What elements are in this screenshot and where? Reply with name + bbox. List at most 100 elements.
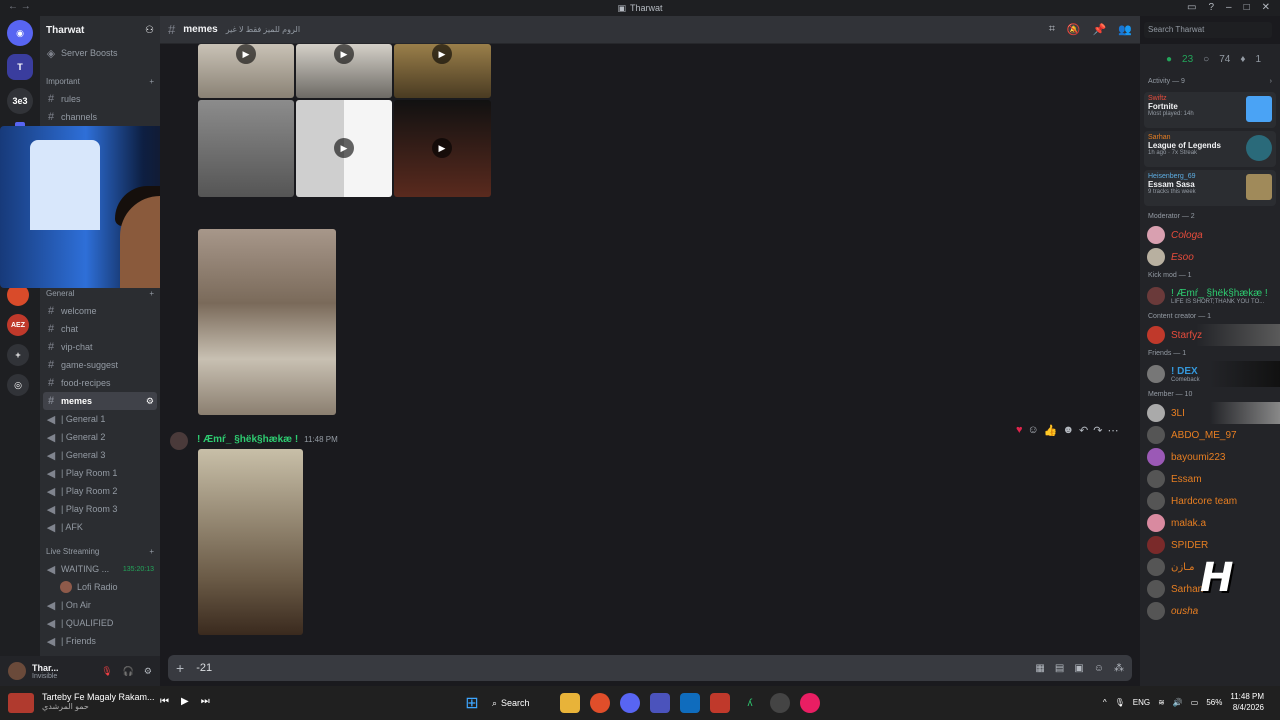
- video-attachment[interactable]: ▶: [394, 44, 491, 98]
- activity-card[interactable]: Swiftz Fortnite Most played: 14h: [1144, 92, 1276, 128]
- voice-friends[interactable]: ◀ | Friends: [40, 632, 160, 650]
- voice-play-room-1[interactable]: ◀ | Play Room 1: [40, 464, 160, 482]
- activity-card[interactable]: Sarhan League of Legends 1h ago · 7x Strea…: [1144, 131, 1276, 167]
- server-tharwat[interactable]: T: [7, 54, 33, 80]
- close-button[interactable]: ✕: [1262, 2, 1270, 13]
- voice-waiting[interactable]: ◀ WAITING ... 135:20:13: [40, 560, 160, 578]
- heart-reaction-icon[interactable]: ♥: [1016, 424, 1023, 437]
- invite-icon[interactable]: ⚇: [145, 25, 154, 36]
- add-reaction-icon[interactable]: ☻: [1062, 424, 1074, 437]
- video-attachment[interactable]: ▶: [198, 44, 294, 98]
- message-input[interactable]: + -21 ▦ ▤ ▣ ☺ ⁂: [168, 655, 1132, 681]
- obs-icon[interactable]: [770, 693, 790, 713]
- pin-icon[interactable]: 📌: [1093, 23, 1107, 36]
- video-attachment[interactable]: ▶: [394, 100, 491, 197]
- minimize-button[interactable]: –: [1226, 2, 1232, 13]
- app-icon[interactable]: [710, 693, 730, 713]
- add-channel-icon[interactable]: +: [149, 547, 154, 556]
- voice-general-1[interactable]: ◀ | General 1: [40, 410, 160, 428]
- category-live-streaming[interactable]: Live Streaming +: [40, 542, 160, 560]
- settings-icon[interactable]: ⚙: [146, 396, 154, 407]
- mute-mic-icon[interactable]: 🎙: [101, 666, 112, 677]
- laugh-reaction-icon[interactable]: ☺: [1028, 424, 1039, 437]
- video-attachment[interactable]: ▶: [296, 100, 392, 197]
- mic-icon[interactable]: 🎙: [1115, 698, 1125, 707]
- channel-rules[interactable]: # rules: [40, 90, 160, 108]
- wifi-icon[interactable]: ≋: [1158, 698, 1165, 707]
- voice-play-room-2[interactable]: ◀ | Play Room 2: [40, 482, 160, 500]
- play-icon[interactable]: ▶: [334, 138, 354, 158]
- server-aez[interactable]: AEZ: [7, 314, 29, 336]
- battery-icon[interactable]: ▭: [1191, 698, 1199, 707]
- windows-start-icon[interactable]: ⊞: [462, 693, 482, 713]
- settings-icon[interactable]: ⚙: [144, 666, 152, 677]
- member-item[interactable]: Hardcore team: [1140, 490, 1280, 512]
- add-channel-icon[interactable]: +: [149, 289, 154, 298]
- discord-icon[interactable]: [620, 693, 640, 713]
- thumbs-up-icon[interactable]: 👍: [1044, 424, 1058, 437]
- voice-user-lofi-radio[interactable]: Lofi Radio: [40, 578, 160, 596]
- chevron-up-icon[interactable]: ^: [1103, 698, 1107, 707]
- cat-photo-attachment[interactable]: [198, 449, 303, 635]
- channel-server-boosts[interactable]: ◈ Server Boosts: [40, 44, 160, 62]
- discord-home-icon[interactable]: ◉: [7, 20, 33, 46]
- back-forward-icon[interactable]: ← →: [8, 1, 31, 12]
- headphones-icon[interactable]: 🎧: [123, 666, 134, 677]
- next-icon[interactable]: ⏭: [201, 696, 210, 707]
- video-attachment[interactable]: ▶: [296, 44, 392, 98]
- member-item[interactable]: bayoumi223: [1140, 446, 1280, 468]
- inbox-icon[interactable]: ▭: [1187, 2, 1196, 13]
- category-important[interactable]: Important +: [40, 72, 160, 90]
- author-avatar[interactable]: [170, 432, 188, 450]
- mute-icon[interactable]: 🔕: [1067, 23, 1081, 36]
- file-explorer-icon[interactable]: [560, 693, 580, 713]
- image-attachment[interactable]: [198, 100, 294, 197]
- media-info[interactable]: Tarteby Fe Magaly Rakam... حمو المرشدي: [42, 692, 155, 711]
- member-item[interactable]: Starfyz: [1140, 324, 1280, 346]
- member-item[interactable]: 3LI: [1140, 402, 1280, 424]
- channel-topic[interactable]: الروم للميز فقط لا غير: [226, 25, 300, 34]
- author-name[interactable]: ! Æmŕ_ §hëk§hækæ !: [197, 434, 298, 445]
- voice-play-room-3[interactable]: ◀ | Play Room 3: [40, 500, 160, 518]
- teams-icon[interactable]: [650, 693, 670, 713]
- store-icon[interactable]: [680, 693, 700, 713]
- reply-icon[interactable]: ↶: [1079, 424, 1088, 437]
- taskbar-search[interactable]: ⌕ Search: [492, 692, 550, 714]
- voice-general-2[interactable]: ◀ | General 2: [40, 428, 160, 446]
- member-item[interactable]: ! DEX Comeback: [1140, 361, 1280, 387]
- discover-icon[interactable]: ◎: [7, 374, 29, 396]
- help-icon[interactable]: ?: [1208, 2, 1214, 13]
- voice-general-3[interactable]: ◀ | General 3: [40, 446, 160, 464]
- clock[interactable]: 11:48 PM 8/4/2026: [1230, 691, 1264, 713]
- channel-welcome[interactable]: # welcome: [40, 302, 160, 320]
- play-icon[interactable]: ▶: [432, 44, 452, 64]
- member-item[interactable]: malak.a: [1140, 512, 1280, 534]
- add-channel-icon[interactable]: +: [149, 77, 154, 86]
- media-thumbnail[interactable]: [8, 693, 34, 713]
- add-attachment-icon[interactable]: +: [176, 660, 184, 676]
- emoji-icon[interactable]: ☺: [1094, 663, 1104, 674]
- channel-food-recipes[interactable]: # food-recipes: [40, 374, 160, 392]
- play-icon[interactable]: ▶: [181, 696, 189, 707]
- member-item[interactable]: Essam: [1140, 468, 1280, 490]
- voice-afk[interactable]: ◀ | AFK: [40, 518, 160, 536]
- brave-icon[interactable]: [590, 693, 610, 713]
- gif-icon[interactable]: ▤: [1055, 663, 1064, 674]
- play-icon[interactable]: ▶: [236, 44, 256, 64]
- previous-icon[interactable]: ⏮: [160, 696, 169, 707]
- channel-memes[interactable]: # memes ⚙: [43, 392, 157, 410]
- more-icon[interactable]: ⋯: [1107, 424, 1118, 437]
- member-item[interactable]: SPIDER: [1140, 534, 1280, 556]
- play-icon[interactable]: ▶: [334, 44, 354, 64]
- member-item[interactable]: Esoo: [1140, 246, 1280, 268]
- server-3e3[interactable]: 3e3: [7, 88, 33, 114]
- channel-channels[interactable]: # channels: [40, 108, 160, 126]
- search-input[interactable]: Search Tharwat: [1144, 22, 1272, 38]
- gift-icon[interactable]: ▦: [1035, 663, 1044, 674]
- voice-qualified[interactable]: ◀ | QUALIFIED: [40, 614, 160, 632]
- app-icon[interactable]: ʎ: [740, 693, 760, 713]
- add-server-icon[interactable]: +: [7, 344, 29, 366]
- cat-photo-attachment[interactable]: [198, 229, 336, 415]
- sticker-icon[interactable]: ▣: [1074, 663, 1083, 674]
- language-indicator[interactable]: ENG: [1133, 698, 1150, 707]
